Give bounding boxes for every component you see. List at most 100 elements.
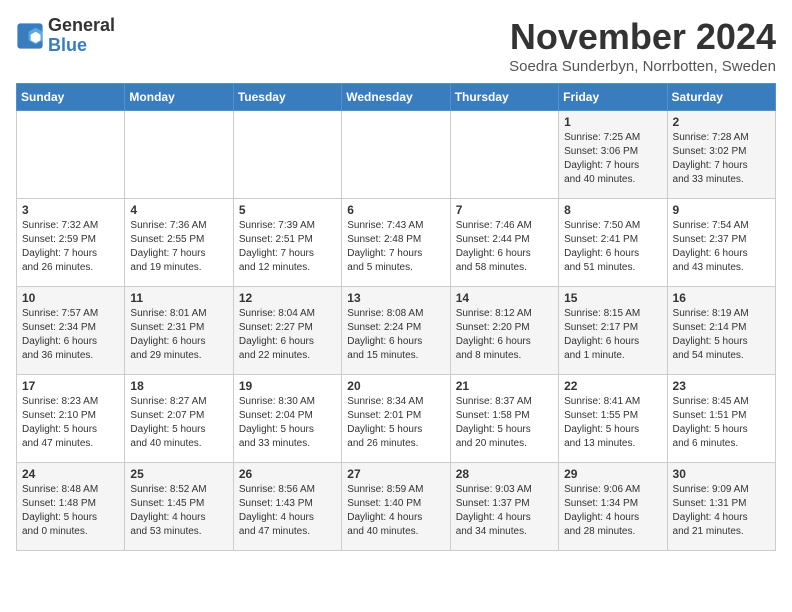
- day-info: Sunrise: 9:06 AM Sunset: 1:34 PM Dayligh…: [564, 483, 661, 539]
- day-info: Sunrise: 8:59 AM Sunset: 1:40 PM Dayligh…: [347, 483, 444, 539]
- page-header: General Blue November 2024 Soedra Sunder…: [16, 16, 776, 75]
- calendar-cell: 3 Sunrise: 7:32 AM Sunset: 2:59 PM Daylig…: [17, 199, 125, 287]
- calendar-body: 1Sunrise: 7:25 AM Sunset: 3:06 PM Daylig…: [17, 111, 776, 551]
- logo-line2: Blue: [48, 36, 115, 56]
- weekday-header: Tuesday: [233, 84, 341, 111]
- day-info: Sunrise: 8:19 AM Sunset: 2:14 PM Dayligh…: [673, 307, 770, 363]
- day-info: Sunrise: 7:50 AM Sunset: 2:41 PM Dayligh…: [564, 219, 661, 275]
- calendar-cell: [17, 111, 125, 199]
- calendar-cell: 17 Sunrise: 8:23 AM Sunset: 2:10 PM Dayli…: [17, 375, 125, 463]
- subtitle: Soedra Sunderbyn, Norrbotten, Sweden: [509, 58, 776, 75]
- calendar-cell: [342, 111, 450, 199]
- day-info: Sunrise: 8:56 AM Sunset: 1:43 PM Dayligh…: [239, 483, 336, 539]
- day-info: Sunrise: 7:39 AM Sunset: 2:51 PM Dayligh…: [239, 219, 336, 275]
- day-info: Sunrise: 8:48 AM Sunset: 1:48 PM Dayligh…: [22, 483, 119, 539]
- calendar-cell: 29 Sunrise: 9:06 AM Sunset: 1:34 PM Dayli…: [559, 463, 667, 551]
- day-info: Sunrise: 8:41 AM Sunset: 1:55 PM Dayligh…: [564, 395, 661, 451]
- calendar-cell: 22 Sunrise: 8:41 AM Sunset: 1:55 PM Dayli…: [559, 375, 667, 463]
- day-number: 10: [22, 291, 119, 305]
- calendar-cell: 6 Sunrise: 7:43 AM Sunset: 2:48 PM Daylig…: [342, 199, 450, 287]
- calendar-cell: 2Sunrise: 7:28 AM Sunset: 3:02 PM Daylig…: [667, 111, 775, 199]
- weekday-header: Sunday: [17, 84, 125, 111]
- calendar-week-row: 24 Sunrise: 8:48 AM Sunset: 1:48 PM Dayli…: [17, 463, 776, 551]
- calendar-week-row: 17 Sunrise: 8:23 AM Sunset: 2:10 PM Dayli…: [17, 375, 776, 463]
- calendar-cell: 12 Sunrise: 8:04 AM Sunset: 2:27 PM Dayli…: [233, 287, 341, 375]
- day-number: 9: [673, 203, 770, 217]
- calendar-cell: 13Sunrise: 8:08 AM Sunset: 2:24 PM Dayli…: [342, 287, 450, 375]
- calendar-week-row: 1Sunrise: 7:25 AM Sunset: 3:06 PM Daylig…: [17, 111, 776, 199]
- day-info: Sunrise: 7:43 AM Sunset: 2:48 PM Dayligh…: [347, 219, 444, 275]
- calendar-cell: 20 Sunrise: 8:34 AM Sunset: 2:01 PM Dayli…: [342, 375, 450, 463]
- calendar-cell: 26 Sunrise: 8:56 AM Sunset: 1:43 PM Dayli…: [233, 463, 341, 551]
- day-info: Sunrise: 7:57 AM Sunset: 2:34 PM Dayligh…: [22, 307, 119, 363]
- day-info: Sunrise: 7:25 AM Sunset: 3:06 PM Dayligh…: [564, 131, 661, 187]
- day-info: Sunrise: 8:08 AM Sunset: 2:24 PM Dayligh…: [347, 307, 444, 363]
- day-info: Sunrise: 8:01 AM Sunset: 2:31 PM Dayligh…: [130, 307, 227, 363]
- day-info: Sunrise: 7:32 AM Sunset: 2:59 PM Dayligh…: [22, 219, 119, 275]
- calendar-cell: 19Sunrise: 8:30 AM Sunset: 2:04 PM Dayli…: [233, 375, 341, 463]
- weekday-header: Wednesday: [342, 84, 450, 111]
- day-number: 29: [564, 467, 661, 481]
- day-info: Sunrise: 9:03 AM Sunset: 1:37 PM Dayligh…: [456, 483, 553, 539]
- calendar-cell: 4Sunrise: 7:36 AM Sunset: 2:55 PM Daylig…: [125, 199, 233, 287]
- day-info: Sunrise: 8:45 AM Sunset: 1:51 PM Dayligh…: [673, 395, 770, 451]
- calendar-cell: 28 Sunrise: 9:03 AM Sunset: 1:37 PM Dayli…: [450, 463, 558, 551]
- calendar-cell: 24 Sunrise: 8:48 AM Sunset: 1:48 PM Dayli…: [17, 463, 125, 551]
- day-number: 14: [456, 291, 553, 305]
- calendar-week-row: 10 Sunrise: 7:57 AM Sunset: 2:34 PM Dayli…: [17, 287, 776, 375]
- day-info: Sunrise: 8:23 AM Sunset: 2:10 PM Dayligh…: [22, 395, 119, 451]
- calendar-header-row: SundayMondayTuesdayWednesdayThursdayFrid…: [17, 84, 776, 111]
- calendar-cell: 9 Sunrise: 7:54 AM Sunset: 2:37 PM Daylig…: [667, 199, 775, 287]
- weekday-header: Saturday: [667, 84, 775, 111]
- day-number: 15: [564, 291, 661, 305]
- logo-line1: General: [48, 16, 115, 36]
- day-number: 22: [564, 379, 661, 393]
- calendar-cell: 8 Sunrise: 7:50 AM Sunset: 2:41 PM Daylig…: [559, 199, 667, 287]
- day-number: 8: [564, 203, 661, 217]
- day-number: 24: [22, 467, 119, 481]
- title-block: November 2024 Soedra Sunderbyn, Norrbott…: [509, 16, 776, 75]
- calendar-cell: 5 Sunrise: 7:39 AM Sunset: 2:51 PM Daylig…: [233, 199, 341, 287]
- day-number: 28: [456, 467, 553, 481]
- day-number: 2: [673, 115, 770, 129]
- day-info: Sunrise: 8:04 AM Sunset: 2:27 PM Dayligh…: [239, 307, 336, 363]
- day-info: Sunrise: 8:34 AM Sunset: 2:01 PM Dayligh…: [347, 395, 444, 451]
- day-number: 12: [239, 291, 336, 305]
- day-number: 4: [130, 203, 227, 217]
- day-number: 11: [130, 291, 227, 305]
- logo: General Blue: [16, 16, 115, 56]
- day-number: 6: [347, 203, 444, 217]
- month-title: November 2024: [509, 16, 776, 58]
- day-info: Sunrise: 8:37 AM Sunset: 1:58 PM Dayligh…: [456, 395, 553, 451]
- weekday-header: Monday: [125, 84, 233, 111]
- weekday-header: Friday: [559, 84, 667, 111]
- calendar-cell: [233, 111, 341, 199]
- calendar-cell: 16Sunrise: 8:19 AM Sunset: 2:14 PM Dayli…: [667, 287, 775, 375]
- day-number: 23: [673, 379, 770, 393]
- day-number: 7: [456, 203, 553, 217]
- day-info: Sunrise: 8:12 AM Sunset: 2:20 PM Dayligh…: [456, 307, 553, 363]
- day-number: 27: [347, 467, 444, 481]
- calendar-cell: 1Sunrise: 7:25 AM Sunset: 3:06 PM Daylig…: [559, 111, 667, 199]
- day-number: 3: [22, 203, 119, 217]
- day-number: 5: [239, 203, 336, 217]
- day-number: 17: [22, 379, 119, 393]
- day-info: Sunrise: 8:52 AM Sunset: 1:45 PM Dayligh…: [130, 483, 227, 539]
- calendar-cell: 15 Sunrise: 8:15 AM Sunset: 2:17 PM Dayli…: [559, 287, 667, 375]
- calendar-cell: [450, 111, 558, 199]
- calendar-table: SundayMondayTuesdayWednesdayThursdayFrid…: [16, 83, 776, 551]
- day-number: 26: [239, 467, 336, 481]
- calendar-cell: 11 Sunrise: 8:01 AM Sunset: 2:31 PM Dayli…: [125, 287, 233, 375]
- day-info: Sunrise: 8:27 AM Sunset: 2:07 PM Dayligh…: [130, 395, 227, 451]
- day-info: Sunrise: 7:54 AM Sunset: 2:37 PM Dayligh…: [673, 219, 770, 275]
- logo-icon: [16, 22, 44, 50]
- calendar-cell: 14 Sunrise: 8:12 AM Sunset: 2:20 PM Dayli…: [450, 287, 558, 375]
- day-info: Sunrise: 9:09 AM Sunset: 1:31 PM Dayligh…: [673, 483, 770, 539]
- calendar-cell: 27 Sunrise: 8:59 AM Sunset: 1:40 PM Dayli…: [342, 463, 450, 551]
- day-number: 21: [456, 379, 553, 393]
- day-number: 25: [130, 467, 227, 481]
- calendar-cell: 30Sunrise: 9:09 AM Sunset: 1:31 PM Dayli…: [667, 463, 775, 551]
- calendar-cell: 7Sunrise: 7:46 AM Sunset: 2:44 PM Daylig…: [450, 199, 558, 287]
- day-info: Sunrise: 8:15 AM Sunset: 2:17 PM Dayligh…: [564, 307, 661, 363]
- day-number: 20: [347, 379, 444, 393]
